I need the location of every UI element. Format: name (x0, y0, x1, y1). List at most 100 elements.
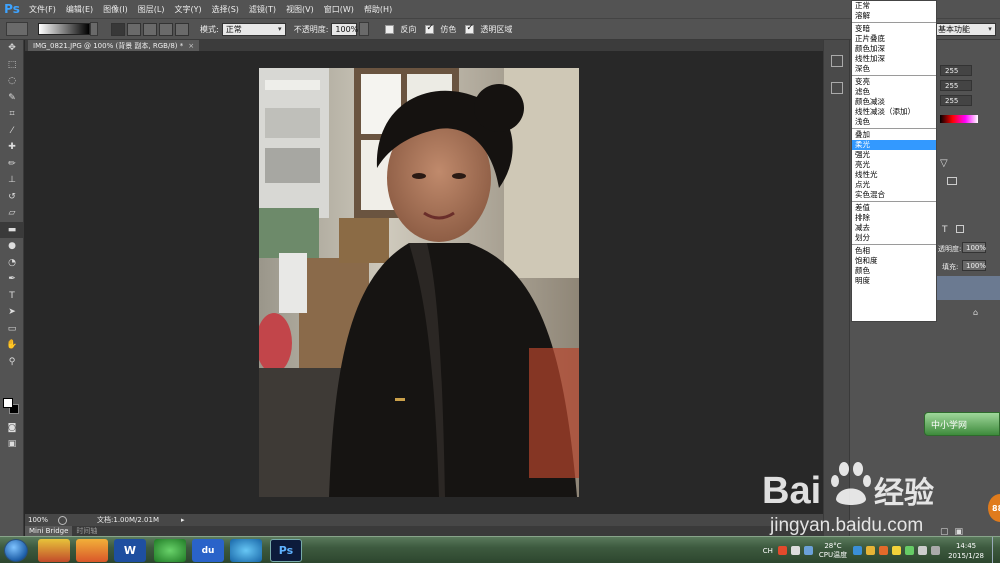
blend-mode-dropdown[interactable]: 正常 溶解变暗 正片叠底 颜色加深 线性加深 深色变亮 滤色 颜色减淡 线性减淡（添加） 浅色叠加… (851, 0, 937, 322)
linear-gradient-button[interactable] (111, 22, 125, 36)
menu-view[interactable]: 视图(V) (281, 4, 319, 15)
hand-tool-icon[interactable]: ✋ (0, 337, 24, 354)
healing-brush-tool-icon[interactable]: ✚ (0, 139, 24, 156)
brush-tool-icon[interactable]: ✏ (0, 156, 24, 173)
blend-mode-option[interactable]: 差值 (852, 203, 936, 213)
close-icon[interactable]: × (188, 42, 194, 50)
g-value-field[interactable]: 255 (940, 80, 972, 91)
diamond-gradient-button[interactable] (175, 22, 189, 36)
tray-icon-b[interactable] (866, 546, 876, 555)
blend-mode-option[interactable]: 亮光 (852, 160, 936, 170)
menu-layer[interactable]: 图层(L) (133, 4, 170, 15)
keyboard-icon[interactable] (790, 546, 800, 555)
baidu-app-button[interactable]: du (192, 539, 224, 562)
blend-mode-option[interactable]: 色相 (852, 246, 936, 256)
zoom-tool-icon[interactable]: ⚲ (0, 354, 24, 371)
layer-filter-icon[interactable] (956, 225, 964, 233)
status-icon[interactable] (58, 515, 68, 525)
photo-canvas[interactable] (259, 68, 579, 497)
layer-row-selected[interactable] (937, 276, 1000, 300)
path-select-tool-icon[interactable]: ➤ (0, 304, 24, 321)
new-layer-icon[interactable]: ▢ (940, 527, 949, 537)
opacity-input[interactable]: 100% (331, 22, 358, 36)
blend-mode-option[interactable]: 正片叠底 (852, 34, 936, 44)
tray-icon-c[interactable] (879, 546, 889, 555)
input-method-indicator[interactable]: CH (763, 547, 773, 555)
blend-mode-option[interactable]: 叠加 (852, 130, 936, 140)
blend-mode-option[interactable]: 变亮 (852, 77, 936, 87)
menu-type[interactable]: 文字(Y) (169, 4, 206, 15)
tray-icon-a[interactable] (853, 546, 863, 555)
blend-mode-option[interactable]: 排除 (852, 213, 936, 223)
blend-mode-option[interactable]: 划分 (852, 233, 936, 243)
tab-mini-bridge[interactable]: Mini Bridge (25, 526, 73, 536)
pen-tool-icon[interactable]: ✒ (0, 271, 24, 288)
status-menu-arrow-icon[interactable]: ▸ (181, 516, 185, 524)
menu-file[interactable]: 文件(F) (24, 4, 61, 15)
blend-mode-option[interactable]: 颜色加深 (852, 44, 936, 54)
quick-select-tool-icon[interactable]: ✎ (0, 90, 24, 107)
quick-mask-icon[interactable]: ◙ (0, 420, 24, 437)
app-icon-4[interactable] (154, 539, 186, 562)
blend-mode-option[interactable]: 滤色 (852, 87, 936, 97)
blend-mode-option[interactable]: 线性加深 (852, 54, 936, 64)
volume-icon[interactable] (931, 546, 941, 555)
clone-stamp-tool-icon[interactable]: ⊥ (0, 172, 24, 189)
network-icon[interactable] (918, 546, 928, 555)
eraser-tool-icon[interactable]: ▱ (0, 205, 24, 222)
blend-mode-option[interactable]: 正常 (852, 1, 936, 11)
foreground-color-swatch[interactable] (3, 398, 13, 408)
lasso-tool-icon[interactable]: ◌ (0, 73, 24, 90)
opacity-slider-button[interactable] (359, 22, 370, 36)
tray-app-icon[interactable] (777, 546, 787, 555)
gradient-preview[interactable] (38, 23, 90, 35)
angle-gradient-button[interactable] (143, 22, 157, 36)
app-icon-1[interactable] (38, 539, 70, 562)
blend-mode-option[interactable]: 实色混合 (852, 190, 936, 200)
word-app-button[interactable]: W (114, 539, 146, 562)
properties-panel-icon[interactable] (831, 82, 843, 94)
rectangle-tool-icon[interactable]: ▭ (0, 321, 24, 338)
radial-gradient-button[interactable] (127, 22, 141, 36)
blend-mode-option[interactable]: 强光 (852, 150, 936, 160)
r-value-field[interactable]: 255 (940, 65, 972, 76)
blend-mode-option[interactable]: 溶解 (852, 11, 936, 21)
blend-mode-option[interactable]: 变暗 (852, 24, 936, 34)
zoom-level[interactable]: 100% (28, 516, 48, 524)
blend-mode-option[interactable]: 减去 (852, 223, 936, 233)
browser-app-button[interactable] (230, 539, 262, 562)
start-button[interactable] (4, 539, 28, 562)
clock[interactable]: 14:45 2015/1/28 (948, 541, 984, 561)
show-desktop-button[interactable] (992, 537, 1000, 563)
color-ramp[interactable] (940, 115, 978, 123)
canvas-area[interactable] (25, 51, 823, 514)
blend-mode-option[interactable]: 颜色 (852, 266, 936, 276)
menu-select[interactable]: 选择(S) (207, 4, 244, 15)
tool-preset-picker[interactable] (6, 22, 28, 36)
type-tool-icon[interactable]: T (0, 288, 24, 305)
app-icon-2[interactable] (76, 539, 108, 562)
grid-icon[interactable] (947, 177, 957, 185)
dodge-tool-icon[interactable]: ◔ (0, 255, 24, 272)
menu-edit[interactable]: 编辑(E) (61, 4, 98, 15)
help-icon[interactable] (803, 546, 813, 555)
blend-mode-option[interactable]: 深色 (852, 64, 936, 74)
marquee-tool-icon[interactable]: ⬚ (0, 57, 24, 74)
fill-field[interactable]: 100% (962, 260, 986, 271)
blend-mode-option[interactable]: 柔光 (852, 140, 936, 150)
reverse-checkbox[interactable] (385, 24, 395, 34)
blend-mode-option[interactable]: 线性光 (852, 170, 936, 180)
move-tool-icon[interactable]: ✥ (0, 40, 24, 57)
blend-mode-option[interactable]: 饱和度 (852, 256, 936, 266)
gradient-dropdown-arrow[interactable] (90, 22, 98, 36)
b-value-field[interactable]: 255 (940, 95, 972, 106)
blend-mode-option[interactable]: 浅色 (852, 117, 936, 127)
trash-icon[interactable]: ▣ (955, 527, 964, 537)
menu-image[interactable]: 图像(I) (98, 4, 133, 15)
screen-mode-icon[interactable]: ▣ (0, 436, 24, 453)
blend-mode-option[interactable]: 线性减淡（添加） (852, 107, 936, 117)
transparency-checkbox[interactable] (465, 23, 475, 34)
blend-mode-option[interactable]: 颜色减淡 (852, 97, 936, 107)
blend-mode-option[interactable]: 点光 (852, 180, 936, 190)
tab-timeline[interactable]: 时间轴 (72, 526, 101, 536)
